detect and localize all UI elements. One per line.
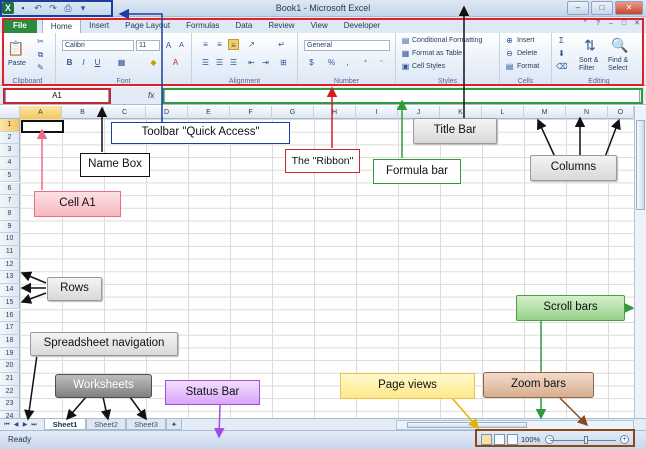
callout-quick-access: Toolbar "Quick Access" xyxy=(111,122,290,144)
row-header[interactable]: 3 xyxy=(0,144,20,158)
vertical-scrollbar[interactable] xyxy=(634,106,646,418)
row-header[interactable]: 10 xyxy=(0,233,20,246)
row-header[interactable]: 21 xyxy=(0,373,20,386)
callout-columns: Columns xyxy=(530,155,617,181)
row-header[interactable]: 9 xyxy=(0,220,20,234)
column-header[interactable]: E xyxy=(188,106,230,119)
status-highlight-frame xyxy=(475,429,635,447)
minimize-button[interactable]: – xyxy=(567,1,589,15)
column-header[interactable]: A xyxy=(20,106,62,119)
row-header[interactable]: 13 xyxy=(0,271,20,285)
row-header[interactable]: 1 xyxy=(0,119,20,132)
row-header[interactable]: 19 xyxy=(0,347,20,361)
callout-formula-bar: Formula bar xyxy=(373,159,461,184)
column-header[interactable]: C xyxy=(104,106,146,119)
column-header[interactable]: G xyxy=(272,106,314,119)
row-header[interactable]: 20 xyxy=(0,360,20,373)
callout-scroll-bars: Scroll bars xyxy=(516,295,625,321)
first-sheet-icon[interactable]: ⏮ xyxy=(3,420,11,430)
ribbon-highlight-frame xyxy=(2,18,644,86)
callout-rows: Rows xyxy=(47,277,102,301)
next-sheet-icon[interactable]: ▶ xyxy=(21,420,29,430)
row-header[interactable]: 15 xyxy=(0,296,20,310)
column-header[interactable]: F xyxy=(230,106,272,119)
status-ready-text: Ready xyxy=(8,435,32,444)
window-controls: – □ ✕ xyxy=(567,1,643,15)
callout-title-bar: Title Bar xyxy=(413,118,497,144)
column-header[interactable]: B xyxy=(62,106,104,119)
row-header[interactable]: 5 xyxy=(0,169,20,183)
select-all-corner[interactable] xyxy=(0,106,20,119)
callout-page-views: Page views xyxy=(340,373,475,399)
insert-sheet-icon[interactable]: ✦ xyxy=(166,419,182,430)
last-sheet-icon[interactable]: ⏭ xyxy=(30,420,38,430)
formula-highlight-frame xyxy=(162,88,643,104)
row-header[interactable]: 4 xyxy=(0,157,20,170)
row-header[interactable]: 14 xyxy=(0,284,20,297)
row-header[interactable]: 22 xyxy=(0,385,20,399)
row-header[interactable]: 17 xyxy=(0,322,20,335)
column-headers: A B C D E F G H I J K L M N O xyxy=(0,106,646,119)
callout-zoom-bars: Zoom bars xyxy=(483,372,594,398)
close-button[interactable]: ✕ xyxy=(615,1,643,15)
callout-status-bar: Status Bar xyxy=(165,380,260,405)
selected-cell-a1[interactable] xyxy=(21,120,64,133)
callout-name-box: Name Box xyxy=(80,153,150,177)
qat-highlight-frame xyxy=(0,0,113,17)
horizontal-scroll-thumb[interactable] xyxy=(407,422,527,428)
callout-cell-a1: Cell A1 xyxy=(34,191,121,217)
sheet-tab-1[interactable]: Sheet1 xyxy=(44,419,86,430)
row-header[interactable]: 7 xyxy=(0,195,20,208)
excel-annotated-screenshot: X ▪ ↶ ↷ ⎙ ▾ Book1 - Microsoft Excel – □ … xyxy=(0,0,646,449)
column-header[interactable]: N xyxy=(566,106,608,119)
row-header[interactable]: 12 xyxy=(0,258,20,272)
sheet-tab-3[interactable]: Sheet3 xyxy=(126,419,166,430)
row-header[interactable]: 6 xyxy=(0,182,20,196)
column-header[interactable]: I xyxy=(356,106,398,119)
column-header[interactable]: D xyxy=(146,106,188,119)
row-header[interactable]: 11 xyxy=(0,246,20,259)
row-header[interactable]: 18 xyxy=(0,334,20,348)
callout-worksheets: Worksheets xyxy=(55,374,152,398)
insert-function-button[interactable]: fx xyxy=(148,89,162,103)
row-header[interactable]: 23 xyxy=(0,398,20,412)
column-header[interactable]: M xyxy=(524,106,566,119)
callout-spreadsheet-navigation: Spreadsheet navigation xyxy=(30,332,178,356)
callout-ribbon: The "Ribbon" xyxy=(285,149,360,173)
column-header[interactable]: O xyxy=(608,106,634,119)
column-header[interactable]: H xyxy=(314,106,356,119)
row-header[interactable]: 16 xyxy=(0,309,20,323)
sheet-tab-2[interactable]: Sheet2 xyxy=(86,419,126,430)
maximize-button[interactable]: □ xyxy=(591,1,613,15)
row-header[interactable]: 2 xyxy=(0,131,20,145)
vertical-scroll-thumb[interactable] xyxy=(636,120,645,210)
namebox-highlight-frame xyxy=(3,88,111,104)
prev-sheet-icon[interactable]: ◀ xyxy=(12,420,20,430)
row-header[interactable]: 24 xyxy=(0,411,20,418)
row-header[interactable]: 8 xyxy=(0,207,20,221)
